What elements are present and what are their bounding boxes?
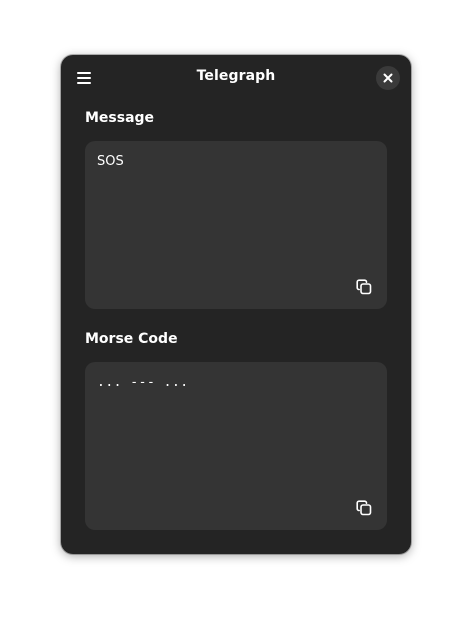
copy-morse-button[interactable] <box>353 497 375 519</box>
message-text: SOS <box>97 154 124 169</box>
copy-icon <box>356 500 372 516</box>
message-label: Message <box>85 110 155 126</box>
close-icon <box>383 73 393 83</box>
copy-icon <box>356 279 372 295</box>
headerbar: Telegraph <box>61 55 411 101</box>
close-button[interactable] <box>376 66 400 90</box>
morse-code-input[interactable]: ... --- ... <box>85 362 387 530</box>
app-window: Telegraph Message SOS Morse Code ... ---… <box>61 55 411 554</box>
morse-code-text: ... --- ... <box>97 375 189 390</box>
window-title: Telegraph <box>196 68 276 84</box>
copy-message-button[interactable] <box>353 276 375 298</box>
morse-code-label: Morse Code <box>85 331 178 347</box>
message-input[interactable]: SOS <box>85 141 387 309</box>
